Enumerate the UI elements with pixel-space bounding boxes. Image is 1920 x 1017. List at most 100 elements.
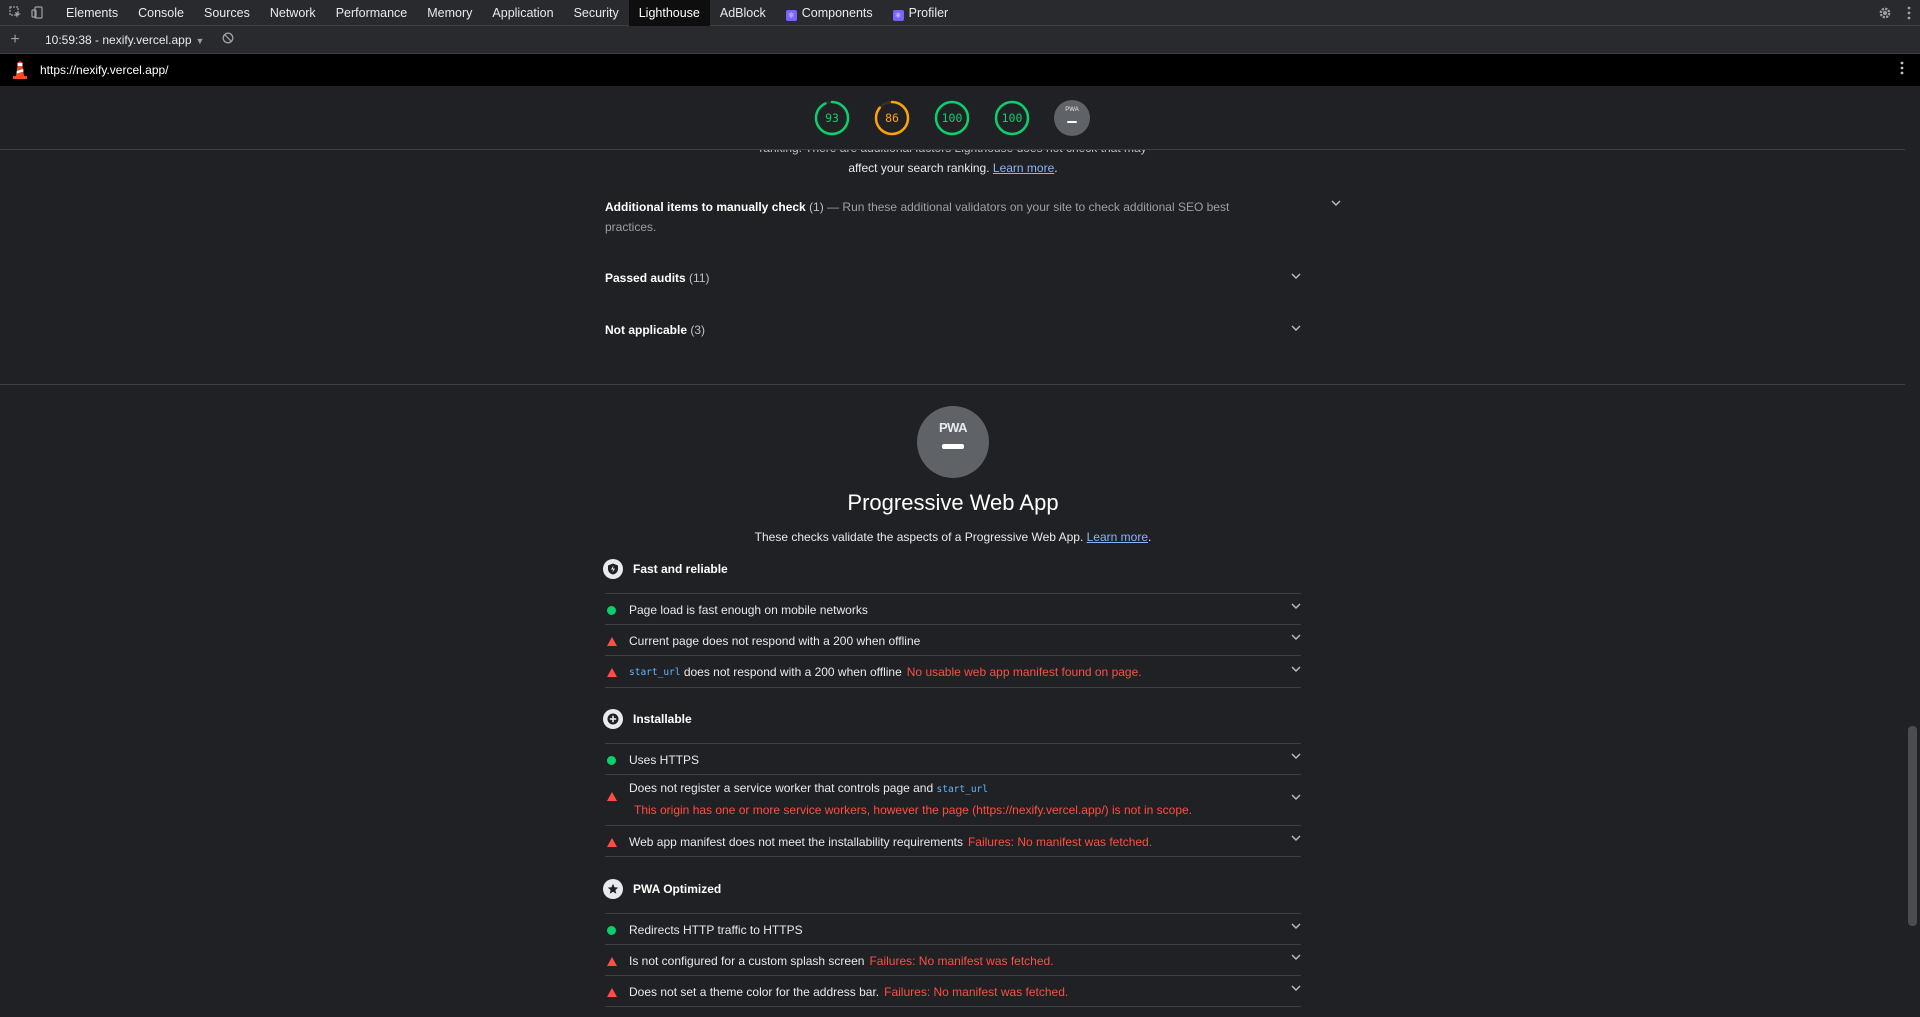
- tab-profiler-label: Profiler: [908, 5, 949, 20]
- pass-status-icon: [607, 925, 616, 935]
- tab-security[interactable]: Security: [564, 0, 629, 26]
- fail-status-icon: [607, 667, 617, 677]
- chevron-down-icon: [1291, 923, 1301, 929]
- clear-reports-icon[interactable]: [222, 32, 234, 47]
- pwa-learn-more-link[interactable]: Learn more: [1087, 530, 1148, 544]
- audit-error: Failures: No manifest was fetched.: [884, 985, 1069, 999]
- audit-themed-omnibox[interactable]: Does not set a theme color for the addre…: [605, 975, 1301, 1006]
- audit-title: does not respond with a 200 when offline: [683, 665, 902, 679]
- chevron-down-icon: [1291, 325, 1301, 331]
- tab-sources[interactable]: Sources: [194, 0, 260, 26]
- audit-uses-https[interactable]: Uses HTTPS: [605, 743, 1301, 774]
- report-selector-label: 10:59:38 - nexify.vercel.app: [45, 32, 192, 47]
- accessibility-gauge[interactable]: 86: [874, 100, 910, 136]
- best-practices-gauge[interactable]: 100: [934, 100, 970, 136]
- accessibility-score: 86: [885, 111, 899, 125]
- bolt-shield-icon: [603, 559, 623, 579]
- settings-gear-icon[interactable]: [1872, 0, 1898, 26]
- audit-offline-200[interactable]: Current page does not respond with a 200…: [605, 624, 1301, 655]
- fail-status-icon: [607, 987, 617, 997]
- performance-score: 93: [825, 111, 839, 125]
- audit-redirects-http[interactable]: Redirects HTTP traffic to HTTPS: [605, 913, 1301, 944]
- report-scrollbar[interactable]: [1905, 86, 1920, 1017]
- audit-start-url-offline[interactable]: start_url does not respond with a 200 wh…: [605, 655, 1301, 687]
- pass-status-icon: [607, 755, 616, 765]
- audit-load-fast-enough[interactable]: Page load is fast enough on mobile netwo…: [605, 593, 1301, 624]
- seo-description-line1: ranking. There are additional factors Li…: [605, 150, 1301, 158]
- chevron-down-icon: [1331, 200, 1341, 206]
- tab-network[interactable]: Network: [260, 0, 326, 26]
- new-report-plus-icon[interactable]: +: [0, 31, 30, 49]
- category-divider: [0, 384, 1905, 385]
- chevron-down-icon: [1291, 835, 1301, 841]
- star-icon: [603, 879, 623, 899]
- group-label: Fast and reliable: [633, 562, 728, 576]
- performance-gauge[interactable]: 93: [814, 100, 850, 136]
- tab-adblock[interactable]: AdBlock: [710, 0, 776, 26]
- group-fast-and-reliable: Fast and reliable: [603, 557, 1301, 581]
- tab-application[interactable]: Application: [482, 0, 563, 26]
- scrollbar-thumb[interactable]: [1908, 726, 1917, 926]
- sticky-score-header: 93 86 100 100 PWA: [0, 86, 1905, 150]
- tab-profiler[interactable]: ⚛ Profiler: [883, 0, 959, 26]
- not-applicable-count: (3): [690, 323, 706, 337]
- manual-checks-title: Additional items to manually check: [605, 200, 806, 214]
- passed-audits-title: Passed audits: [605, 271, 686, 285]
- more-options-icon[interactable]: [1898, 0, 1920, 26]
- audit-title: Current page does not respond with a 200…: [629, 634, 921, 648]
- report-menu-icon[interactable]: [1900, 61, 1904, 78]
- report-url: https://nexify.vercel.app/: [40, 63, 169, 77]
- audit-code: start_url: [936, 784, 988, 795]
- chevron-down-icon: [1291, 753, 1301, 759]
- pwa-badge: PWA: [917, 406, 989, 478]
- fail-status-icon: [607, 837, 617, 847]
- audit-error: No usable web app manifest found on page…: [906, 665, 1142, 679]
- tab-memory[interactable]: Memory: [417, 0, 482, 26]
- pwa-category-title: Progressive Web App: [847, 490, 1059, 515]
- pwa-category-description: These checks validate the aspects of a P…: [754, 530, 1152, 544]
- audit-title: Redirects HTTP traffic to HTTPS: [629, 923, 803, 937]
- audit-code: start_url: [629, 666, 681, 678]
- pwa-gauge-label: PWA: [1065, 107, 1079, 113]
- audit-title: Uses HTTPS: [629, 753, 700, 767]
- fail-status-icon: [607, 636, 617, 646]
- pwa-gauge[interactable]: PWA: [1054, 100, 1090, 136]
- report-selector[interactable]: 10:59:38 - nexify.vercel.app ▼: [30, 33, 210, 47]
- tab-components[interactable]: ⚛ Components: [776, 0, 883, 26]
- group-bottom-divider: [605, 856, 1301, 857]
- inspect-element-icon[interactable]: [4, 0, 26, 26]
- chevron-down-icon: [1291, 603, 1301, 609]
- not-applicable-group[interactable]: Not applicable (3): [605, 320, 1301, 340]
- tab-console[interactable]: Console: [128, 0, 194, 26]
- group-bottom-divider: [605, 1006, 1301, 1007]
- passed-audits-group[interactable]: Passed audits (11): [605, 268, 1301, 288]
- manual-checks-count: (1): [809, 200, 824, 214]
- report-content: ranking. There are additional factors Li…: [0, 150, 1905, 1017]
- pass-status-icon: [607, 605, 616, 615]
- group-label: Installable: [633, 712, 692, 726]
- manual-checks-group[interactable]: Additional items to manually check (1) —…: [605, 197, 1341, 237]
- audit-title: Web app manifest does not meet the insta…: [629, 835, 963, 849]
- seo-learn-more-link[interactable]: Learn more: [993, 161, 1054, 175]
- passed-audits-count: (11): [689, 271, 710, 285]
- chevron-down-icon: [1291, 666, 1301, 672]
- group-installable: Installable: [603, 707, 1301, 731]
- chevron-down-icon: [1291, 985, 1301, 991]
- audit-error: This origin has one or more service work…: [634, 803, 1193, 817]
- seo-gauge[interactable]: 100: [994, 100, 1030, 136]
- devtools-tab-bar: Elements Console Sources Network Perform…: [0, 0, 1920, 26]
- audit-installable-manifest[interactable]: Web app manifest does not meet the insta…: [605, 825, 1301, 856]
- tab-lighthouse[interactable]: Lighthouse: [628, 0, 710, 26]
- audit-splash-screen[interactable]: Is not configured for a custom splash sc…: [605, 944, 1301, 975]
- audit-title: Does not set a theme color for the addre…: [629, 985, 880, 999]
- tab-elements[interactable]: Elements: [56, 0, 128, 26]
- fail-status-icon: [607, 792, 617, 801]
- audit-title: Does not register a service worker that …: [629, 781, 934, 795]
- audit-title-line: Does not register a service worker that …: [629, 781, 988, 795]
- device-toolbar-icon[interactable]: [26, 0, 48, 26]
- pwa-badge-dash-icon: [942, 444, 964, 449]
- audit-service-worker[interactable]: Does not register a service worker that …: [605, 774, 1301, 825]
- tab-performance[interactable]: Performance: [326, 0, 418, 26]
- lighthouse-toolbar: + 10:59:38 - nexify.vercel.app ▼: [0, 26, 1920, 54]
- audit-error: Failures: No manifest was fetched.: [869, 954, 1054, 968]
